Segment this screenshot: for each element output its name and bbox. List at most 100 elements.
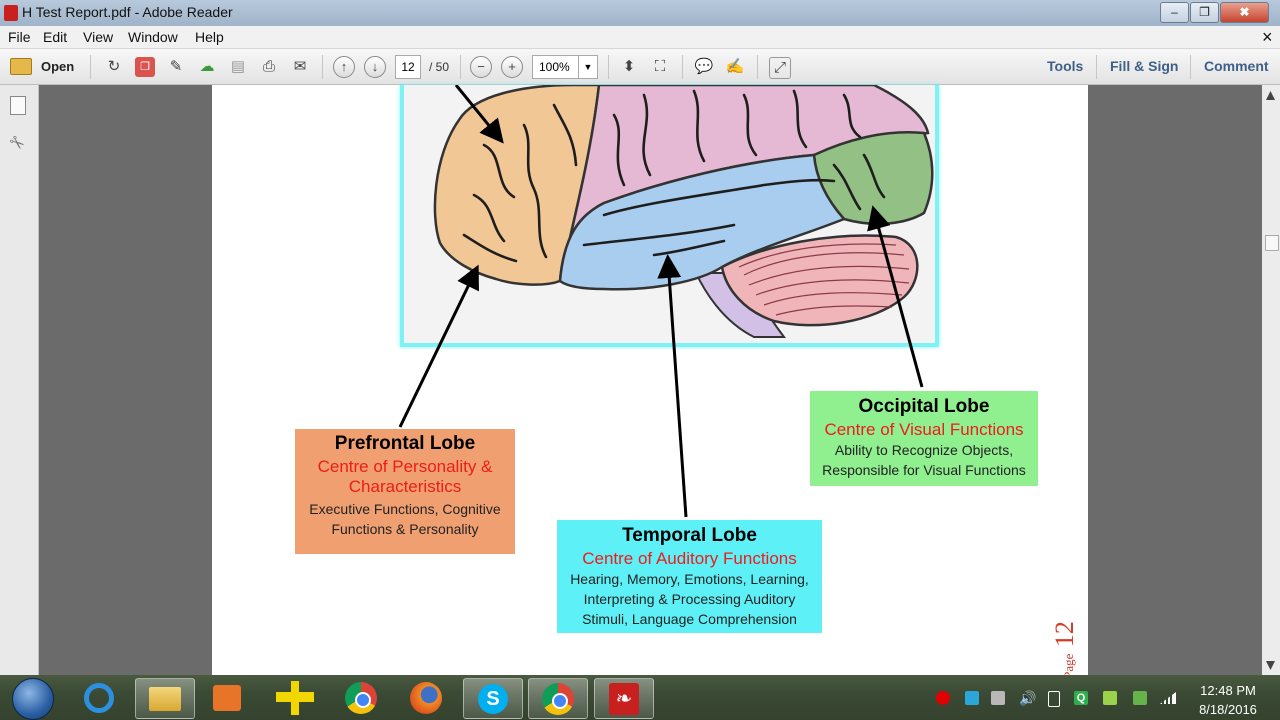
create-pdf-icon[interactable]: ↻ [104, 57, 124, 77]
toolbar: Open ↻ ❐ ✎ ☁ ▤ ⎙ ✉ ↑ ↓ 12 / 50 − + 100% … [0, 49, 1280, 85]
sticky-note-icon[interactable]: 💬 [694, 57, 714, 77]
next-page-icon[interactable]: ↓ [364, 56, 386, 78]
restore-button[interactable]: ❐ [1190, 2, 1219, 23]
chrome-icon-center [552, 693, 568, 709]
volume-icon[interactable]: 🔊 [1019, 691, 1036, 705]
open-folder-icon[interactable] [10, 58, 32, 75]
prefrontal-subtitle-line2: Characteristics [348, 477, 462, 496]
scroll-down-icon[interactable] [1266, 661, 1275, 670]
clock-date: 8/18/2016 [1199, 702, 1257, 717]
tools-link[interactable]: Tools [1047, 58, 1083, 74]
print-icon[interactable]: ⎙ [259, 57, 279, 77]
skype-icon: S [478, 684, 508, 714]
security-tray-icon[interactable] [965, 691, 979, 705]
edit-pdf-icon[interactable]: ✎ [166, 57, 186, 77]
vertical-scrollbar[interactable] [1262, 85, 1280, 675]
zoom-in-icon[interactable]: + [501, 56, 523, 78]
prefrontal-title: Prefrontal Lobe [334, 433, 476, 454]
scroll-up-icon[interactable] [1266, 91, 1275, 100]
page-total: / 50 [429, 60, 450, 74]
system-clock[interactable]: 12:48 PM 8/18/2016 [1188, 681, 1268, 719]
save-icon[interactable]: ▤ [228, 57, 248, 77]
close-document-icon[interactable]: × [1262, 27, 1273, 48]
toolbar-separator [1190, 55, 1191, 79]
occipital-body-line1: Ability to Recognize Objects, [834, 442, 1014, 458]
page-number-input[interactable]: 12 [395, 55, 421, 79]
email-icon[interactable]: ✉ [290, 57, 310, 77]
previous-page-icon[interactable]: ↑ [333, 56, 355, 78]
menu-file[interactable]: File [8, 29, 31, 45]
record-tray-icon[interactable] [936, 691, 950, 705]
battery-icon[interactable] [1048, 691, 1060, 707]
taskbar-ruler-tool[interactable] [266, 678, 324, 717]
toolbar-separator [90, 55, 91, 79]
ruler-icon-vertical [291, 681, 299, 715]
toolbar-separator [682, 55, 683, 79]
scroll-thumb[interactable] [1265, 235, 1279, 251]
occipital-subtitle: Centre of Visual Functions [824, 420, 1024, 439]
media-player-icon [213, 685, 241, 711]
windows-start-icon[interactable] [12, 678, 54, 720]
toolbar-separator [1096, 55, 1097, 79]
taskbar-firefox[interactable] [397, 678, 455, 717]
combine-files-icon[interactable]: ❐ [135, 57, 155, 77]
network-share-tray-icon[interactable] [991, 691, 1005, 705]
taskbar-file-explorer[interactable] [135, 678, 195, 719]
clock-time: 12:48 PM [1200, 683, 1256, 698]
prefrontal-body-line1: Executive Functions, Cognitive [309, 501, 501, 517]
toolbar-separator [460, 55, 461, 79]
taskbar-skype[interactable]: S [463, 678, 523, 719]
highlight-icon[interactable]: ✍ [725, 57, 745, 77]
taskbar-adobe-reader[interactable]: ❧ [594, 678, 654, 719]
menu-window[interactable]: Window [128, 29, 178, 45]
temporal-arrow [657, 254, 688, 518]
temporal-body-line2: Interpreting & Processing Auditory [583, 591, 796, 607]
fit-page-icon[interactable]: ⬍ [619, 57, 639, 77]
temporal-body-line3: Stimuli, Language Comprehension [582, 611, 797, 627]
page-number: 12 [1049, 621, 1079, 648]
menu-bar: File Edit View Window Help × [0, 26, 1280, 49]
taskbar-media-player[interactable] [198, 678, 256, 717]
occipital-body-line2: Responsible for Visual Functions [822, 462, 1026, 478]
zoom-out-icon[interactable]: − [470, 56, 492, 78]
temporal-body-line1: Hearing, Memory, Emotions, Learning, [570, 571, 809, 587]
taskbar-internet-explorer[interactable] [70, 678, 128, 717]
document-tray-icon[interactable] [1133, 691, 1147, 705]
taskbar-chrome-window[interactable] [528, 678, 588, 719]
folder-icon [149, 687, 181, 711]
menu-edit[interactable]: Edit [43, 29, 67, 45]
quick-heal-icon[interactable]: Q [1074, 691, 1088, 705]
firefox-icon [410, 682, 442, 714]
comment-link[interactable]: Comment [1204, 58, 1269, 74]
signal-strength-icon[interactable] [1160, 692, 1176, 704]
chrome-icon-center [355, 692, 371, 708]
toolbar-separator [757, 55, 758, 79]
temporal-lobe-box: Temporal Lobe Centre of Auditory Functio… [557, 520, 822, 633]
page-thumbnails-icon[interactable] [10, 96, 26, 115]
zoom-dropdown-icon[interactable]: ▼ [578, 55, 598, 79]
menu-view[interactable]: View [83, 29, 113, 45]
occipital-arrow [867, 205, 924, 388]
window-title: H Test Report.pdf - Adobe Reader [22, 4, 233, 20]
adobe-reader-icon: ❧ [609, 683, 639, 715]
prefrontal-arrow [398, 264, 479, 428]
close-button[interactable]: ✖ [1220, 2, 1269, 23]
title-bar: H Test Report.pdf - Adobe Reader – ❐ ✖ [0, 0, 1280, 26]
upload-cloud-icon[interactable]: ☁ [197, 57, 217, 77]
navigation-panel: ✂ [0, 85, 39, 675]
minimize-button[interactable]: – [1160, 2, 1189, 23]
taskbar-chrome[interactable] [332, 678, 390, 717]
temporal-subtitle: Centre of Auditory Functions [582, 549, 797, 568]
document-page: Prefrontal Lobe Centre of Personality & … [212, 83, 1088, 679]
prefrontal-subtitle-line1: Centre of Personality & [317, 457, 493, 476]
menu-help[interactable]: Help [195, 29, 224, 45]
notes-tray-icon[interactable] [1103, 691, 1117, 705]
open-button[interactable]: Open [41, 59, 74, 74]
attachments-icon[interactable]: ✂ [4, 131, 29, 157]
full-screen-icon[interactable]: ⤢ [769, 57, 791, 79]
temporal-title: Temporal Lobe [622, 525, 757, 546]
taskbar: S ❧ 🔊 Q [0, 675, 1280, 720]
toolbar-separator [322, 55, 323, 79]
fit-width-icon[interactable]: ⛶ [650, 57, 670, 77]
fill-sign-link[interactable]: Fill & Sign [1110, 58, 1178, 74]
